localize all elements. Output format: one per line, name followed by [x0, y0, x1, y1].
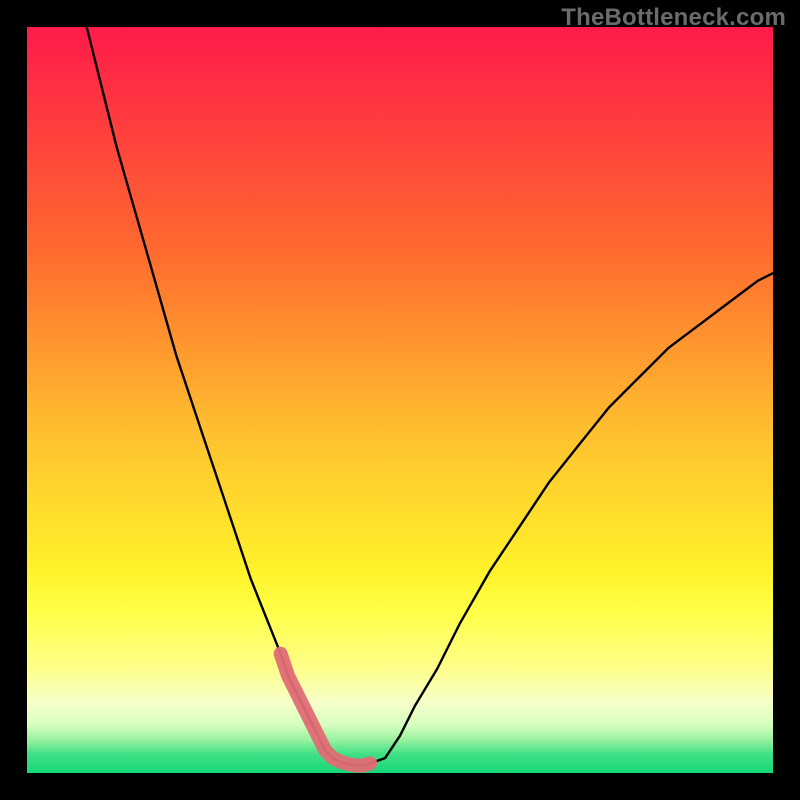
gradient-background — [27, 27, 773, 773]
watermark-text: TheBottleneck.com — [561, 4, 786, 32]
plot-area — [27, 27, 773, 773]
chart-frame: TheBottleneck.com — [0, 0, 800, 800]
chart-svg — [27, 27, 773, 773]
